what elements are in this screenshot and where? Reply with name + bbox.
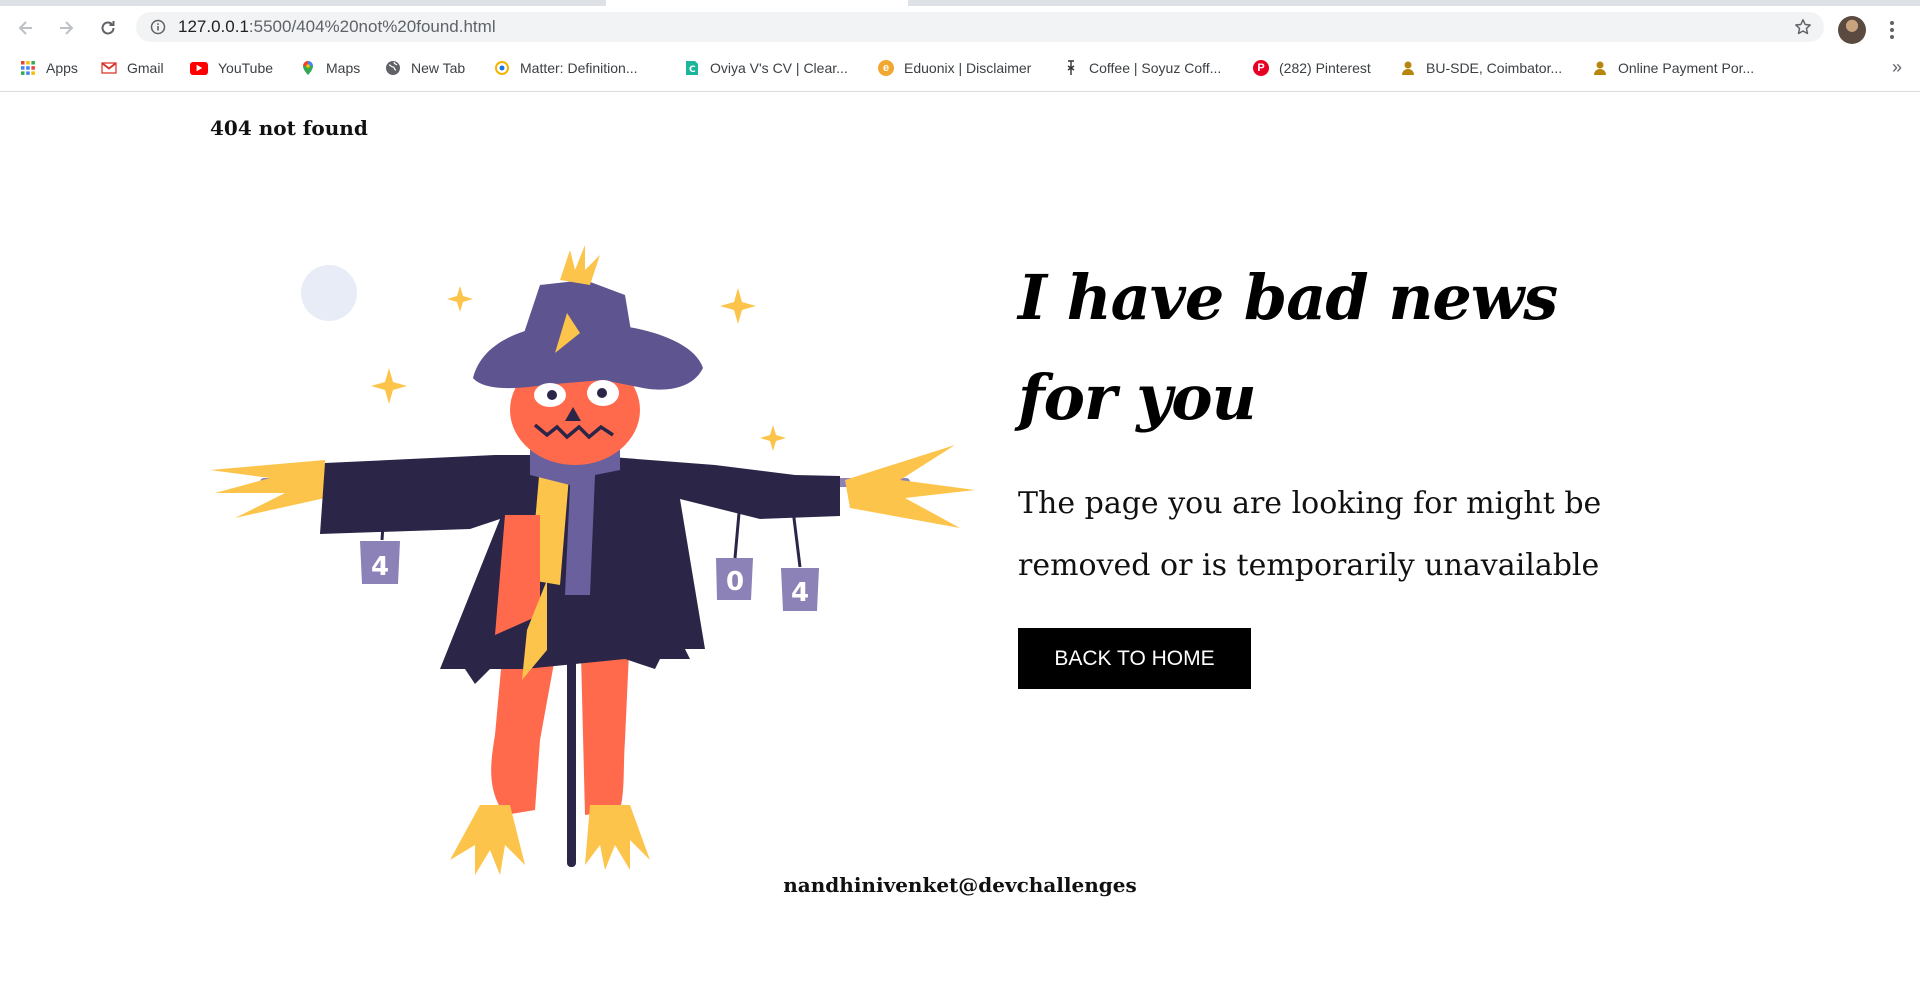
left-straw-hand (210, 460, 325, 518)
bookmark-label: Matter: Definition... (520, 60, 638, 76)
bookmark-pinterest[interactable]: P (282) Pinterest (1253, 48, 1371, 88)
footer-credit: nandhinivenket@devchallenges (783, 873, 1137, 897)
info-icon[interactable] (150, 19, 166, 35)
subtext: The page you are looking for might be re… (1018, 486, 1602, 583)
back-to-home-button[interactable]: BACK TO HOME (1018, 628, 1251, 689)
straw-feet (450, 805, 650, 875)
bookmark-label: Gmail (127, 60, 164, 76)
apps-grid-icon (20, 60, 36, 76)
url-text[interactable]: 127.0.0.1:5500/404%20not%20found.html (178, 12, 496, 42)
bookmark-label: (282) Pinterest (1279, 60, 1371, 76)
forward-button[interactable] (52, 14, 80, 42)
bookmark-label: BU-SDE, Coimbator... (1426, 60, 1563, 76)
bookmarks-bar: Apps Gmail YouTube Maps New Tab Matter: … (0, 48, 1920, 92)
scarecrow-illustration: 4 0 4 (210, 245, 975, 875)
back-button[interactable] (12, 14, 40, 42)
eduonix-icon: e (878, 60, 894, 76)
bookmark-bu-sde[interactable]: BU-SDE, Coimbator... (1400, 48, 1562, 88)
can-label: 4 (791, 578, 809, 608)
bookmark-label: Apps (46, 60, 78, 76)
bookmark-soyuz[interactable]: Coffee | Soyuz Coff... (1063, 48, 1221, 88)
arrow-right-icon (60, 21, 74, 35)
page-header: 404 not found (210, 116, 368, 140)
maps-pin-icon (300, 60, 316, 76)
bookmark-eduonix[interactable]: e Eduonix | Disclaimer (878, 48, 1031, 88)
reload-button[interactable] (94, 14, 122, 42)
soyuz-icon (1063, 60, 1079, 76)
bookmark-label: Online Payment Por... (1618, 60, 1755, 76)
svg-text:C: C (689, 65, 696, 75)
bookmark-label: New Tab (411, 60, 466, 76)
bookmark-gmail[interactable]: Gmail (101, 48, 164, 88)
payment-icon (1592, 60, 1608, 76)
bookmark-star-icon[interactable] (1794, 18, 1812, 36)
bookmark-clearcv[interactable]: C Oviya V's CV | Clear... (684, 48, 848, 88)
moon-circle (301, 265, 357, 321)
bookmark-label: Maps (326, 60, 361, 76)
bookmark-maps[interactable]: Maps (300, 48, 360, 88)
bookmark-matter[interactable]: Matter: Definition... (494, 48, 638, 88)
matter-icon (494, 60, 510, 76)
bookmark-label: Oviya V's CV | Clear... (710, 60, 848, 76)
profile-avatar[interactable] (1838, 16, 1866, 44)
chevron-more-icon[interactable]: » (1892, 57, 1902, 78)
right-straw-hand (845, 445, 975, 528)
bookmark-youtube[interactable]: YouTube (190, 48, 273, 88)
pinterest-icon: P (1253, 60, 1269, 76)
hat-top (520, 280, 635, 355)
arrow-left-icon (18, 21, 32, 35)
bookmark-new-tab[interactable]: New Tab (385, 48, 465, 88)
reload-icon (101, 21, 115, 35)
url-host: 127.0.0.1 (178, 17, 249, 36)
bookmark-label: YouTube (218, 60, 274, 76)
gmail-icon (101, 60, 117, 76)
bookmark-apps[interactable]: Apps (20, 48, 78, 88)
headline: I have bad news for you (1018, 261, 1558, 434)
url-path: :5500/404%20not%20found.html (248, 17, 496, 36)
browser-menu-icon[interactable] (1880, 16, 1904, 44)
bookmark-payment[interactable]: Online Payment Por... (1592, 48, 1754, 88)
address-bar[interactable]: 127.0.0.1:5500/404%20not%20found.html (136, 12, 1824, 42)
can-label: 4 (371, 552, 389, 582)
globe-icon (385, 60, 401, 76)
can-label: 0 (726, 567, 744, 597)
bu-sde-icon (1400, 60, 1416, 76)
clearcv-icon: C (684, 60, 700, 76)
browser-toolbar: 127.0.0.1:5500/404%20not%20found.html (0, 6, 1920, 48)
bookmark-label: Coffee | Soyuz Coff... (1089, 60, 1222, 76)
bookmark-label: Eduonix | Disclaimer (904, 60, 1032, 76)
youtube-icon (190, 61, 208, 75)
